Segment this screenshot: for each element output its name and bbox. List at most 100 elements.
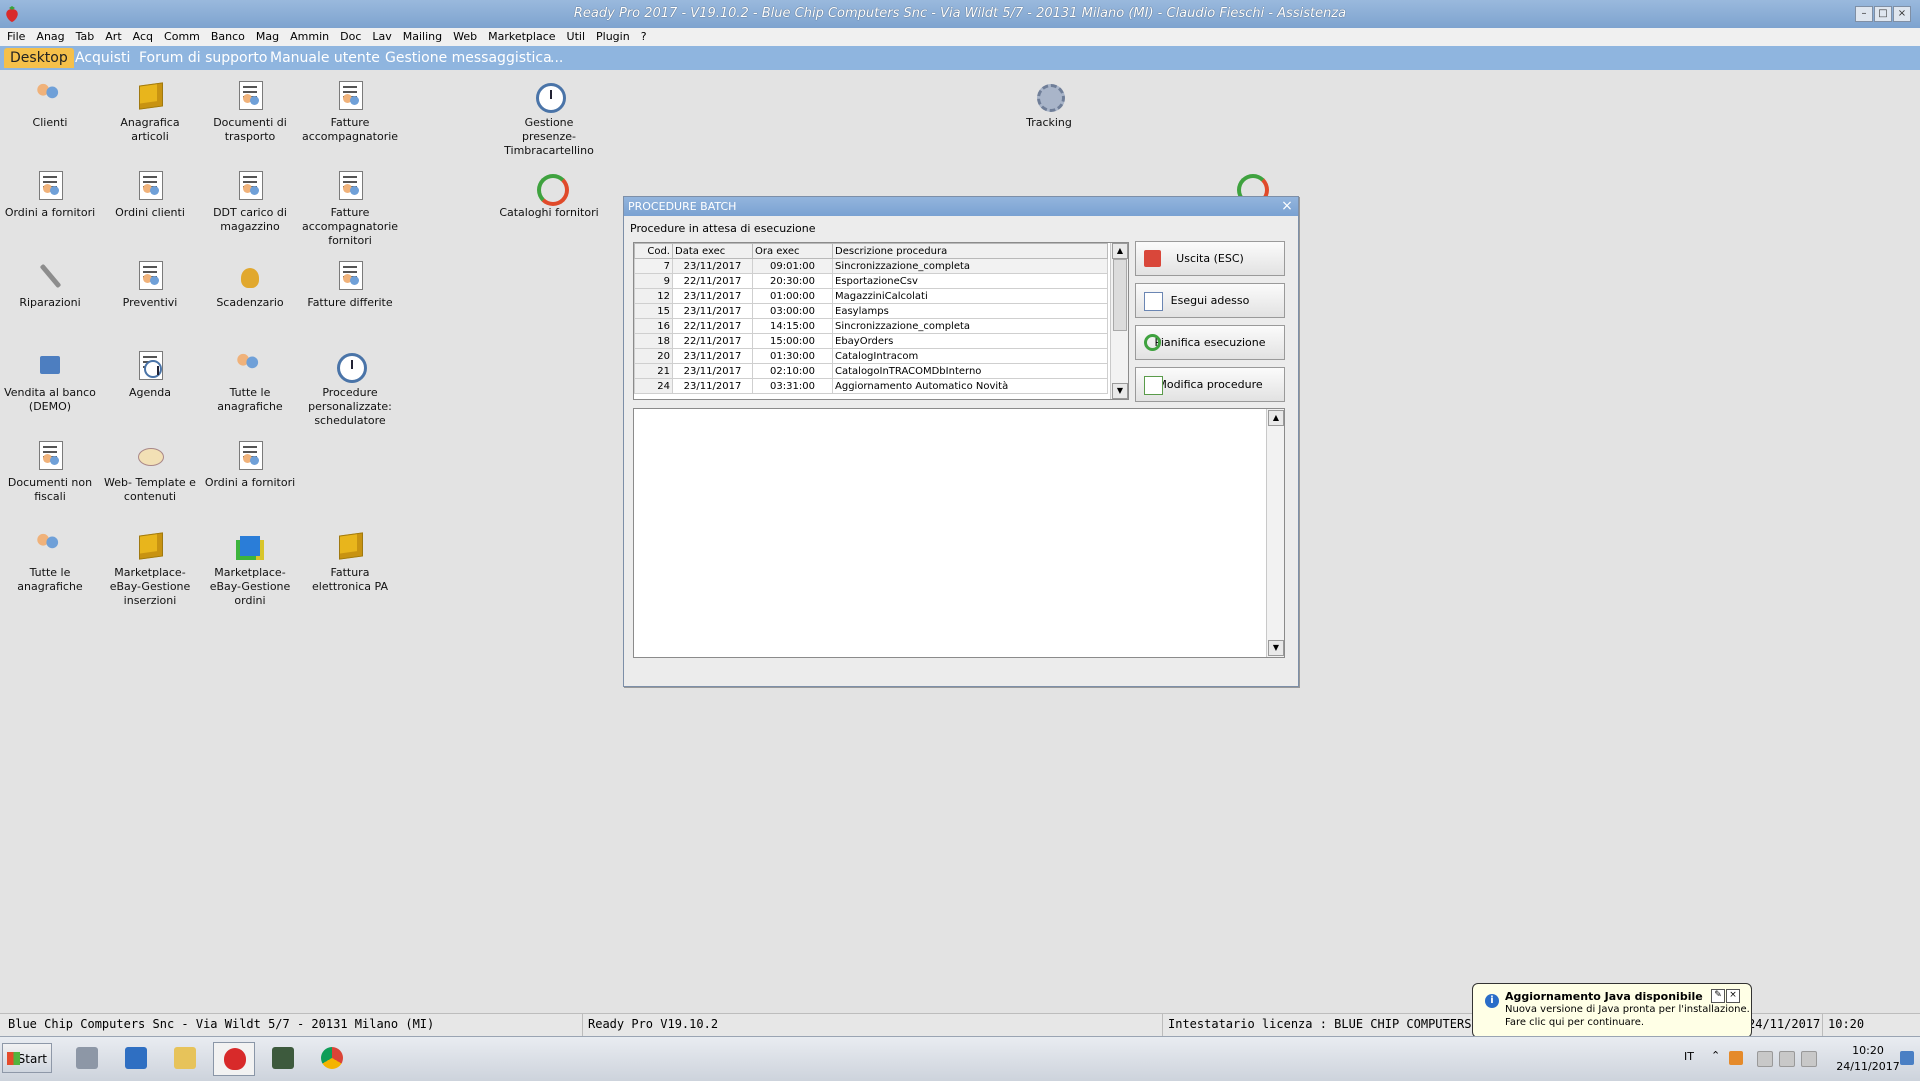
desktop-icon-vendita-banco[interactable]: Vendita al banco (DEMO) [0,350,100,414]
desktop-icon-documenti-non-fiscali[interactable]: Documenti non fiscali [0,440,100,504]
grid-scrollbar[interactable]: ▲ ▼ [1110,243,1128,399]
menu-comm[interactable]: Comm [164,28,200,46]
table-row[interactable]: 20 23/11/2017 01:30:00 CatalogIntracom [634,348,1108,364]
menu-web[interactable]: Web [453,28,477,46]
menu-util[interactable]: Util [567,28,585,46]
desktop-icon-fatture-accompagnatorie[interactable]: Fatture accompagnatorie [300,80,400,144]
java-tray-icon[interactable] [1729,1051,1743,1065]
desktop-icon-gestione-presenze[interactable]: Gestione presenze-Timbracartellino [499,80,599,158]
dialog-close-icon[interactable]: × [1280,197,1294,216]
menu-ammin[interactable]: Ammin [290,28,329,46]
desktop-icon-ordini-clienti[interactable]: Ordini clienti [100,170,200,220]
desktop-icon-ordini-fornitori[interactable]: Ordini a fornitori [0,170,100,220]
volume-tray-icon[interactable] [1801,1051,1817,1067]
tab-acquisti[interactable]: Acquisti [69,48,136,68]
desktop-icon-riparazioni[interactable]: Riparazioni [0,260,100,310]
network-tray-icon[interactable] [1779,1051,1795,1067]
run-now-button[interactable]: Esegui adesso [1135,283,1285,318]
desktop-icon-cataloghi-fornitori[interactable]: Cataloghi fornitori [499,170,599,220]
desktop-icon-tutte-anagrafiche[interactable]: Tutte le anagrafiche [200,350,300,414]
notification-close-icon[interactable]: × [1726,989,1740,1003]
close-window-button[interactable]: × [1893,6,1911,22]
start-button[interactable]: Start [2,1043,52,1073]
menu-help[interactable]: ? [641,28,647,46]
table-row[interactable]: 21 23/11/2017 02:10:00 CatalogoInTRACOMDbIn… [634,363,1108,379]
procedures-grid[interactable]: Cod. Data exec Ora exec Descrizione proc… [633,242,1129,400]
desktop-icon-tutte-anagrafiche-2[interactable]: Tutte le anagrafiche [0,530,100,594]
java-update-notification[interactable]: i Aggiornamento Java disponibile Nuova v… [1472,983,1752,1038]
table-row[interactable]: 15 23/11/2017 03:00:00 Easylamps [634,303,1108,319]
menu-tab[interactable]: Tab [76,28,95,46]
menu-anag[interactable]: Anag [36,28,64,46]
column-header-cod[interactable]: Cod. [634,243,673,259]
show-desktop-icon[interactable] [1900,1051,1914,1065]
desktop-icon-label: DDT carico di magazzino [213,206,287,233]
procedure-log-area[interactable]: ▲ ▼ [633,408,1285,658]
scroll-up-icon[interactable]: ▲ [1112,243,1128,259]
desktop-icon-procedure-schedulatore[interactable]: Procedure personalizzate: schedulatore [300,350,400,428]
menu-acq[interactable]: Acq [133,28,153,46]
edit-procedures-button[interactable]: Modifica procedure [1135,367,1285,402]
cell-cod: 15 [634,303,673,319]
scroll-up-icon[interactable]: ▲ [1268,410,1284,426]
table-row[interactable]: 24 23/11/2017 03:31:00 Aggiornamento Automa… [634,378,1108,394]
menu-marketplace[interactable]: Marketplace [488,28,555,46]
desktop-icon-ordini-fornitori-2[interactable]: Ordini a fornitori [200,440,300,490]
desktop-icon-fatture-accompagnatorie-fornitori[interactable]: Fatture accompagnatorie fornitori [300,170,400,248]
table-row[interactable]: 12 23/11/2017 01:00:00 MagazziniCalcolati [634,288,1108,304]
desktop-icon-preventivi[interactable]: Preventivi [100,260,200,310]
scroll-down-icon[interactable]: ▼ [1268,640,1284,656]
tray-language[interactable]: IT [1684,1050,1694,1063]
menu-mag[interactable]: Mag [256,28,279,46]
tab-messaggistica[interactable]: Gestione messaggistica [379,48,558,68]
column-header-data[interactable]: Data exec [672,243,753,259]
menu-file[interactable]: File [7,28,25,46]
desktop-icon-ebay-inserzioni[interactable]: Marketplace- eBay-Gestione inserzioni [100,530,200,608]
desktop-icon-anagrafica-articoli[interactable]: Anagrafica articoli [100,80,200,144]
menu-mailing[interactable]: Mailing [403,28,442,46]
tab-manuale[interactable]: Manuale utente [264,48,386,68]
desktop-icon-documenti-trasporto[interactable]: Documenti di trasporto [200,80,300,144]
column-header-ora[interactable]: Ora exec [752,243,833,259]
desktop-icon-fatture-differite[interactable]: Fatture differite [300,260,400,310]
maximize-button[interactable]: □ [1874,6,1892,22]
desktop-icon-ddt-carico[interactable]: DDT carico di magazzino [200,170,300,234]
table-row[interactable]: 18 22/11/2017 15:00:00 EbayOrders [634,333,1108,349]
cell-ora: 15:00:00 [752,333,833,349]
flag-tray-icon[interactable] [1757,1051,1773,1067]
taskbar-server-manager[interactable] [66,1042,108,1076]
menu-banco[interactable]: Banco [211,28,245,46]
tab-forum[interactable]: Forum di supporto [133,48,273,68]
taskbar-ready-pro[interactable] [213,1042,255,1076]
menu-art[interactable]: Art [105,28,121,46]
desktop-icon-agenda[interactable]: Agenda [100,350,200,400]
taskbar-chrome[interactable] [311,1042,353,1076]
taskbar-monitor[interactable] [262,1042,304,1076]
desktop-icon-fattura-elettronica[interactable]: Fattura elettronica PA [300,530,400,594]
column-header-descrizione[interactable]: Descrizione procedura [832,243,1108,259]
log-scrollbar[interactable]: ▲ ▼ [1266,409,1284,657]
tray-expand-icon[interactable]: ⌃ [1711,1049,1720,1062]
menu-plugin[interactable]: Plugin [596,28,630,46]
dialog-title-bar[interactable]: PROCEDURE BATCH × [624,197,1298,216]
table-row[interactable]: 16 22/11/2017 14:15:00 Sincronizzazione_com… [634,318,1108,334]
minimize-button[interactable]: – [1855,6,1873,22]
table-row[interactable]: 7 23/11/2017 09:01:00 Sincronizzazione_comp… [634,258,1108,274]
tab-more[interactable]: ... [544,48,569,68]
desktop-icon-clienti[interactable]: Clienti [0,80,100,130]
menu-doc[interactable]: Doc [340,28,361,46]
schedule-button[interactable]: Pianifica esecuzione [1135,325,1285,360]
table-row[interactable]: 9 22/11/2017 20:30:00 EsportazioneCsv [634,273,1108,289]
menu-lav[interactable]: Lav [372,28,391,46]
desktop-icon-ebay-ordini[interactable]: Marketplace- eBay-Gestione ordini [200,530,300,608]
desktop-icon-scadenzario[interactable]: Scadenzario [200,260,300,310]
taskbar-explorer[interactable] [164,1042,206,1076]
scroll-down-icon[interactable]: ▼ [1112,383,1128,399]
desktop-icon-web-template[interactable]: Web- Template e contenuti [100,440,200,504]
exit-button[interactable]: Uscita (ESC) [1135,241,1285,276]
settings-tool-icon[interactable]: ✎ [1711,989,1725,1003]
tab-desktop[interactable]: Desktop [4,48,74,68]
taskbar-powershell[interactable] [115,1042,157,1076]
scroll-thumb[interactable] [1113,259,1127,331]
desktop-icon-tracking[interactable]: Tracking [999,80,1099,130]
